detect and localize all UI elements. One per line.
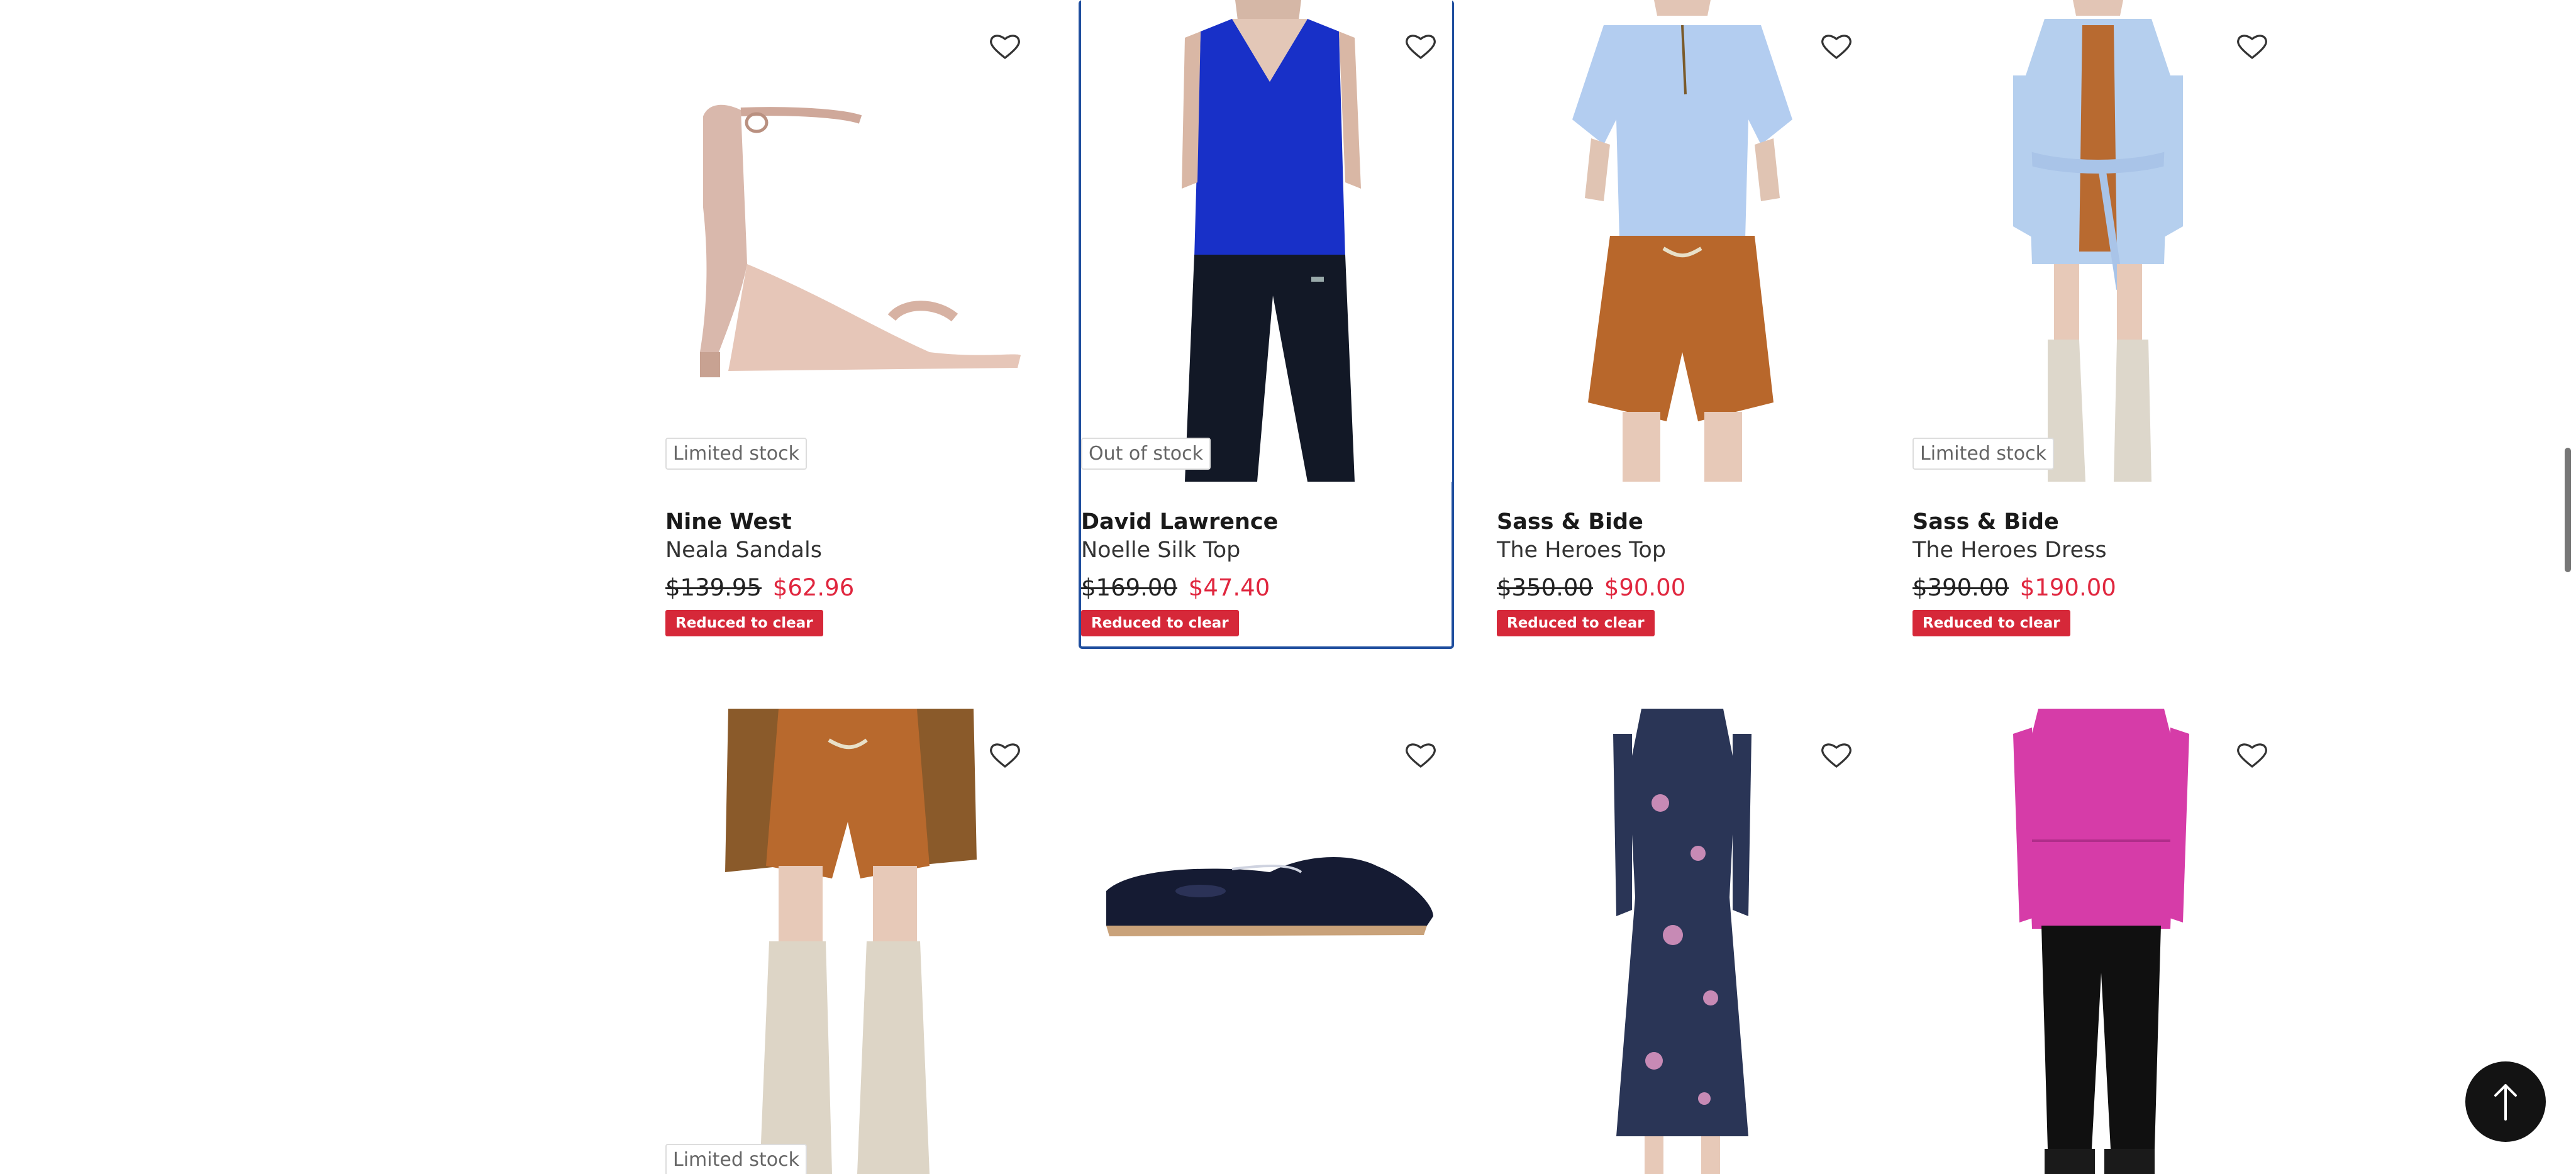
product-image[interactable]	[1081, 709, 1452, 1174]
back-to-top-button[interactable]	[2465, 1061, 2546, 1142]
sandal-image	[700, 104, 1021, 377]
wishlist-button[interactable]	[2228, 23, 2276, 70]
product-name[interactable]: Noelle Silk Top	[1081, 536, 1457, 565]
sale-price: $190.00	[2019, 574, 2116, 601]
product-brand[interactable]: Nine West	[665, 508, 1041, 536]
product-brand[interactable]: Sass & Bide	[1913, 508, 2288, 536]
clearance-badge: Reduced to clear	[1913, 610, 2070, 636]
shorts-boots-image	[725, 709, 977, 1174]
shirt-dress-image	[2013, 0, 2183, 482]
stock-label: Out of stock	[1081, 438, 1211, 470]
sale-price: $47.40	[1188, 574, 1270, 601]
price-row: $350.00 $90.00	[1497, 573, 1872, 602]
wishlist-button[interactable]	[1397, 23, 1445, 70]
sale-price: $62.96	[772, 574, 855, 601]
floral-dress-image	[1613, 709, 1752, 1174]
product-image[interactable]	[1497, 0, 1868, 482]
product-card[interactable]	[1081, 709, 1457, 1174]
wishlist-button[interactable]	[981, 731, 1029, 779]
product-card[interactable]: Out of stock David Lawrence Noelle Silk …	[1079, 0, 1457, 651]
stock-label: Limited stock	[1913, 438, 2055, 470]
product-card[interactable]: Limited stock Nine West Neala Sandals $1…	[665, 0, 1041, 651]
product-card[interactable]: Limited stock	[665, 709, 1041, 1174]
product-brand[interactable]: David Lawrence	[1081, 508, 1457, 536]
clearance-badge: Reduced to clear	[1497, 610, 1655, 636]
heart-outline-icon	[1821, 35, 1852, 60]
original-price: $139.95	[665, 574, 762, 601]
product-brand[interactable]: Sass & Bide	[1497, 508, 1872, 536]
blue-top-image	[1081, 0, 1452, 482]
product-image[interactable]: Out of stock	[1081, 0, 1452, 482]
heart-outline-icon	[2237, 743, 2267, 768]
pink-sweater-image	[2013, 709, 2189, 1174]
heart-outline-icon	[990, 35, 1020, 60]
heart-outline-icon	[1821, 743, 1852, 768]
product-image[interactable]	[1497, 709, 1868, 1174]
wishlist-button[interactable]	[2228, 731, 2276, 779]
product-info: Sass & Bide The Heroes Dress $390.00 $19…	[1913, 482, 2288, 636]
product-image[interactable]: Limited stock	[1913, 0, 2284, 482]
product-card[interactable]	[1497, 709, 1872, 1174]
scrollbar-thumb[interactable]	[2565, 448, 2571, 572]
wishlist-button[interactable]	[1813, 23, 1860, 70]
product-name[interactable]: Neala Sandals	[665, 536, 1041, 565]
clearance-badge: Reduced to clear	[665, 610, 823, 636]
product-name[interactable]: The Heroes Top	[1497, 536, 1872, 565]
product-info: Nine West Neala Sandals $139.95 $62.96 R…	[665, 482, 1041, 636]
original-price: $169.00	[1081, 574, 1178, 601]
product-image[interactable]: Limited stock	[665, 0, 1036, 482]
heart-outline-icon	[1406, 35, 1436, 60]
arrow-up-icon	[2494, 1084, 2517, 1121]
product-card[interactable]: Sass & Bide The Heroes Top $350.00 $90.0…	[1497, 0, 1872, 651]
original-price: $390.00	[1913, 574, 2009, 601]
wishlist-button[interactable]	[1397, 731, 1445, 779]
original-price: $350.00	[1497, 574, 1594, 601]
sale-price: $90.00	[1604, 574, 1686, 601]
heart-outline-icon	[990, 743, 1020, 768]
product-card[interactable]: Limited stock Sass & Bide The Heroes Dre…	[1913, 0, 2288, 651]
product-info: Sass & Bide The Heroes Top $350.00 $90.0…	[1497, 482, 1872, 636]
stock-label: Limited stock	[665, 1144, 808, 1174]
product-info: David Lawrence Noelle Silk Top $169.00 $…	[1081, 482, 1457, 636]
product-grid: Limited stock Nine West Neala Sandals $1…	[665, 0, 2288, 1174]
stock-label: Limited stock	[665, 438, 808, 470]
price-row: $169.00 $47.40	[1081, 573, 1457, 602]
product-image[interactable]	[1913, 709, 2284, 1174]
heart-outline-icon	[2237, 35, 2267, 60]
shirt-shorts-image	[1572, 0, 1792, 482]
price-row: $390.00 $190.00	[1913, 573, 2288, 602]
wishlist-button[interactable]	[1813, 731, 1860, 779]
brogue-shoe-image	[1106, 857, 1433, 936]
clearance-badge: Reduced to clear	[1081, 610, 1239, 636]
product-card[interactable]	[1913, 709, 2288, 1174]
wishlist-button[interactable]	[981, 23, 1029, 70]
product-image[interactable]: Limited stock	[665, 709, 1036, 1174]
product-name[interactable]: The Heroes Dress	[1913, 536, 2288, 565]
price-row: $139.95 $62.96	[665, 573, 1041, 602]
heart-outline-icon	[1406, 743, 1436, 768]
